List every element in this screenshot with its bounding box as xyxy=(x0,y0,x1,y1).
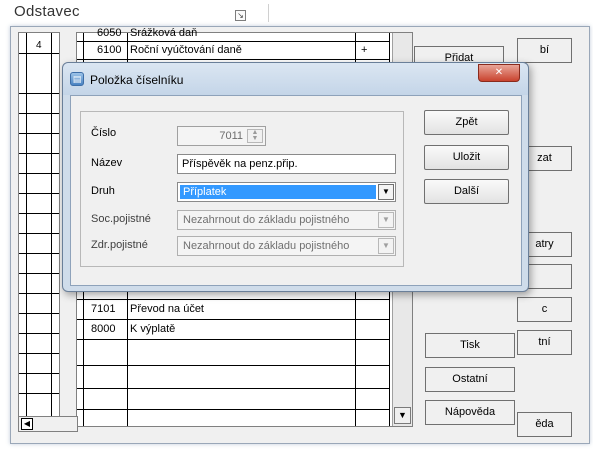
next-button[interactable]: Další xyxy=(424,179,509,204)
grid-line xyxy=(19,253,59,254)
table-hline xyxy=(77,388,390,389)
cell-mark: + xyxy=(361,44,368,56)
grid-line xyxy=(19,293,59,294)
grid-line xyxy=(19,233,59,234)
cislo-value: 7011 xyxy=(219,130,243,142)
close-icon[interactable]: ✕ xyxy=(478,64,520,82)
dialog-titlebar[interactable]: ▤ Položka číselníku ✕ xyxy=(63,63,528,95)
scroll-left-icon[interactable]: ◀ xyxy=(21,418,33,430)
horizontal-scrollbar[interactable]: ◀ xyxy=(18,416,78,432)
print-button[interactable]: Tisk xyxy=(425,333,515,358)
table-hline xyxy=(77,299,390,300)
druh-select[interactable]: Příplatek ▼ xyxy=(177,182,396,202)
grid-line xyxy=(19,393,59,394)
table-hline xyxy=(77,409,390,410)
table-hline xyxy=(77,339,390,340)
table-hline xyxy=(77,59,390,60)
soc-select: Nezahrnout do základu pojistného ▼ xyxy=(177,210,396,230)
nazev-input[interactable]: Příspěvěk na penz.přip. xyxy=(177,154,396,174)
nazev-label: Název xyxy=(91,157,123,169)
back-button[interactable]: Zpět xyxy=(424,110,509,135)
help-button[interactable]: Nápověda xyxy=(425,400,515,425)
dialog-title: Položka číselníku xyxy=(90,73,184,87)
fields-group: Číslo 7011 ▲ ▼ Název Příspěvěk na penz.př… xyxy=(80,111,404,267)
left-grid: 4 xyxy=(18,32,60,432)
chevron-down-icon[interactable]: ▼ xyxy=(378,184,394,200)
soc-value: Nezahrnout do základu pojistného xyxy=(183,214,350,226)
cell-code: 6050 xyxy=(97,27,122,39)
cell-name: Srážková daň xyxy=(130,27,198,39)
cell-code: 7101 xyxy=(91,303,116,315)
cislo-spinner: 7011 ▲ ▼ xyxy=(177,126,266,146)
other-button[interactable]: Ostatní xyxy=(425,367,515,392)
grid-line xyxy=(19,153,59,154)
grid-line xyxy=(19,213,59,214)
soc-label: Soc.pojistné xyxy=(91,213,151,225)
grid-line xyxy=(19,333,59,334)
cislo-label: Číslo xyxy=(91,127,117,139)
chevron-down-icon: ▼ xyxy=(378,212,394,228)
grid-line xyxy=(19,313,59,314)
grid-line xyxy=(19,173,59,174)
grid-line xyxy=(19,193,59,194)
dialog-client: Číslo 7011 ▲ ▼ Název Příspěvěk na penz.př… xyxy=(70,95,522,286)
ribbon-bar: Odstavec ↘ xyxy=(0,0,593,26)
grid-line xyxy=(19,113,59,114)
grid-line xyxy=(19,133,59,134)
spin-arrows-icon: ▲ ▼ xyxy=(247,129,263,143)
tni-button[interactable]: tní xyxy=(517,330,572,355)
table-hline xyxy=(77,41,390,42)
dialog-launcher-icon[interactable]: ↘ xyxy=(235,10,246,21)
zdr-label: Zdr.pojistné xyxy=(91,239,148,251)
zdr-value: Nezahrnout do základu pojistného xyxy=(183,240,350,252)
ribbon-group-title: Odstavec xyxy=(14,3,80,20)
save-button[interactable]: Uložit xyxy=(424,145,509,170)
cell-name: Roční vyúčtování daně xyxy=(130,44,242,56)
grid-row-number: 4 xyxy=(36,40,42,51)
grid-line xyxy=(19,273,59,274)
item-dialog: ▤ Položka číselníku ✕ Číslo 7011 ▲ ▼ Náze… xyxy=(62,62,529,292)
bi-button[interactable]: bí xyxy=(517,38,572,63)
eda-button[interactable]: ěda xyxy=(517,412,572,437)
c-button[interactable]: c xyxy=(517,297,572,322)
druh-label: Druh xyxy=(91,185,115,197)
cell-code: 6100 xyxy=(97,44,122,56)
form-icon: ▤ xyxy=(70,72,84,86)
cell-code: 8000 xyxy=(91,323,116,335)
grid-line xyxy=(19,353,59,354)
grid-line xyxy=(19,93,59,94)
scroll-down-button[interactable]: ▼ xyxy=(394,407,411,424)
grid-line xyxy=(19,53,59,54)
druh-value: Příplatek xyxy=(180,185,376,199)
zdr-select: Nezahrnout do základu pojistného ▼ xyxy=(177,236,396,256)
table-hline xyxy=(77,365,390,366)
cell-name: Převod na účet xyxy=(130,303,204,315)
ribbon-separator xyxy=(268,4,269,22)
grid-line xyxy=(19,373,59,374)
cell-name: K výplatě xyxy=(130,323,176,335)
chevron-down-icon: ▼ xyxy=(378,238,394,254)
table-hline xyxy=(77,319,390,320)
